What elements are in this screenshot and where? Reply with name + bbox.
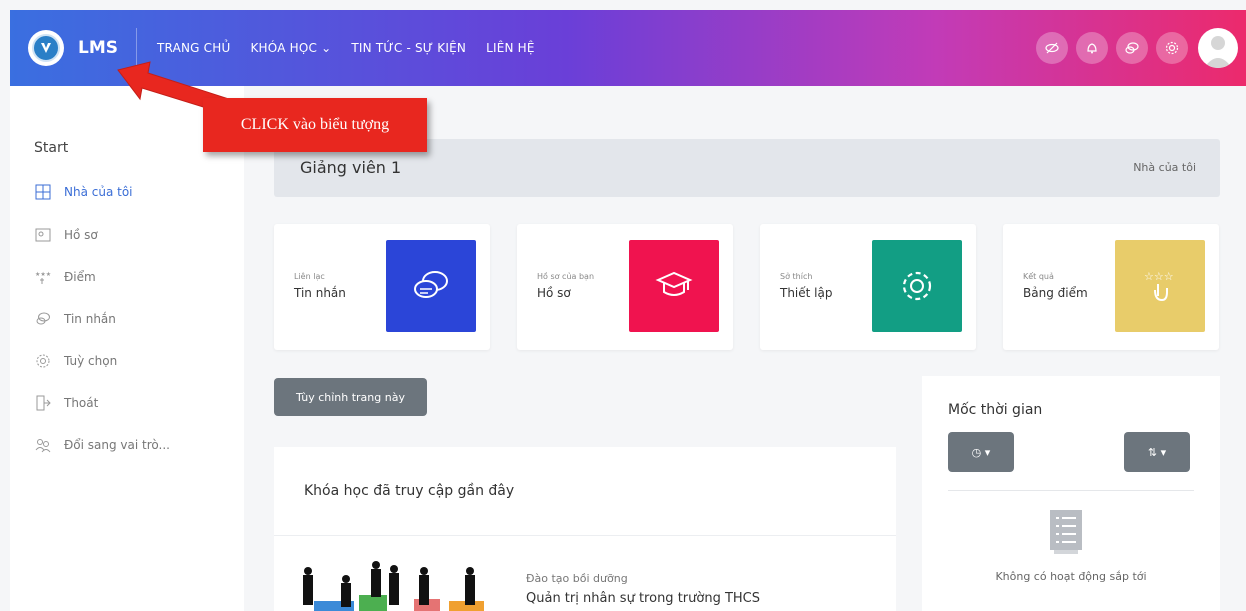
timeline-empty-message: Không có hoạt động sắp tới <box>995 570 1147 583</box>
nav-news[interactable]: TIN TỨC - SỰ KIỆN <box>351 41 466 55</box>
user-avatar[interactable] <box>1198 28 1238 68</box>
sidebar-item-grades[interactable]: ★★★ Điểm <box>34 268 96 286</box>
clock-icon: ◷ <box>971 445 982 459</box>
chat-bubbles-icon <box>386 240 476 332</box>
messages-icon <box>34 310 52 328</box>
svg-text:★★★: ★★★ <box>35 271 51 278</box>
sidebar-item-messages[interactable]: Tin nhắn <box>34 310 116 328</box>
grades-card[interactable]: Kết quả Bảng điểm ☆☆☆ <box>1003 224 1219 350</box>
sidebar-item-dashboard[interactable]: Nhà của tôi <box>34 183 133 201</box>
dashboard-icon <box>34 183 52 201</box>
sidebar-item-switch-role[interactable]: Đổi sang vai trò... <box>34 436 170 454</box>
nav-courses[interactable]: KHÓA HỌC ⌄ <box>250 41 331 55</box>
timeline-filter-button[interactable]: ◷ ▾ <box>948 432 1014 472</box>
recent-courses-title: Khóa học đã truy cập gần đây <box>304 483 515 499</box>
stars-hand-icon: ☆☆☆ <box>1115 240 1205 332</box>
course-category: Đào tạo bồi dưỡng <box>526 572 628 585</box>
site-logo-icon[interactable] <box>28 30 64 66</box>
sort-icon: ⇅ <box>1147 445 1158 459</box>
sidebar-item-profile[interactable]: Hồ sơ <box>34 226 98 244</box>
nav-home[interactable]: TRANG CHỦ <box>157 41 230 55</box>
cog-icon <box>872 240 962 332</box>
messages-card[interactable]: Liên lạc Tin nhắn <box>274 224 490 350</box>
timeline-sort-button[interactable]: ⇅ ▾ <box>1124 432 1190 472</box>
svg-text:☆☆☆: ☆☆☆ <box>1144 270 1174 283</box>
breadcrumb[interactable]: Nhà của tôi <box>1133 161 1196 174</box>
preferences-card[interactable]: Sở thích Thiết lập <box>760 224 976 350</box>
chevron-down-icon: ⌄ <box>321 41 332 55</box>
top-navbar: LMS TRANG CHỦ KHÓA HỌC ⌄ TIN TỨC - SỰ KI… <box>10 10 1246 86</box>
sidebar: Start Nhà của tôi Hồ sơ ★★★ Điểm Tin nhắ… <box>10 86 244 611</box>
profile-icon <box>34 226 52 244</box>
recent-courses-panel: Khóa học đã truy cập gần đây Đào tạo bồi… <box>274 447 896 611</box>
hide-icon[interactable] <box>1036 32 1068 64</box>
divider <box>274 535 896 536</box>
nav-divider <box>136 28 137 68</box>
sidebar-item-logout[interactable]: Thoát <box>34 394 98 412</box>
divider <box>948 490 1194 491</box>
profile-card[interactable]: Hồ sơ của bạn Hồ sơ <box>517 224 733 350</box>
grades-icon: ★★★ <box>34 268 52 286</box>
nav-contact[interactable]: LIÊN HỆ <box>486 41 535 55</box>
settings-icon[interactable] <box>1156 32 1188 64</box>
customize-page-button[interactable]: Tùy chỉnh trang này <box>274 378 427 416</box>
caret-down-icon: ▾ <box>1160 445 1167 459</box>
annotation-callout: CLICK vào biểu tượng <box>203 98 427 152</box>
course-thumbnail[interactable] <box>294 557 504 611</box>
brand-name[interactable]: LMS <box>78 38 118 58</box>
graduation-cap-icon <box>629 240 719 332</box>
course-name[interactable]: Quản trị nhân sự trong trường THCS <box>526 591 760 606</box>
sidebar-title: Start <box>34 140 69 156</box>
logout-icon <box>34 394 52 412</box>
bell-icon[interactable] <box>1076 32 1108 64</box>
timeline-panel: Mốc thời gian ◷ ▾ ⇅ ▾ Không có hoạt động… <box>922 376 1220 611</box>
sidebar-item-preferences[interactable]: Tuỳ chọn <box>34 352 117 370</box>
preferences-icon <box>34 352 52 370</box>
switch-role-icon <box>34 436 52 454</box>
chat-icon[interactable] <box>1116 32 1148 64</box>
empty-list-icon <box>1048 508 1084 556</box>
caret-down-icon: ▾ <box>984 445 991 459</box>
page-title: Giảng viên 1 <box>300 158 402 177</box>
timeline-title: Mốc thời gian <box>948 402 1043 418</box>
